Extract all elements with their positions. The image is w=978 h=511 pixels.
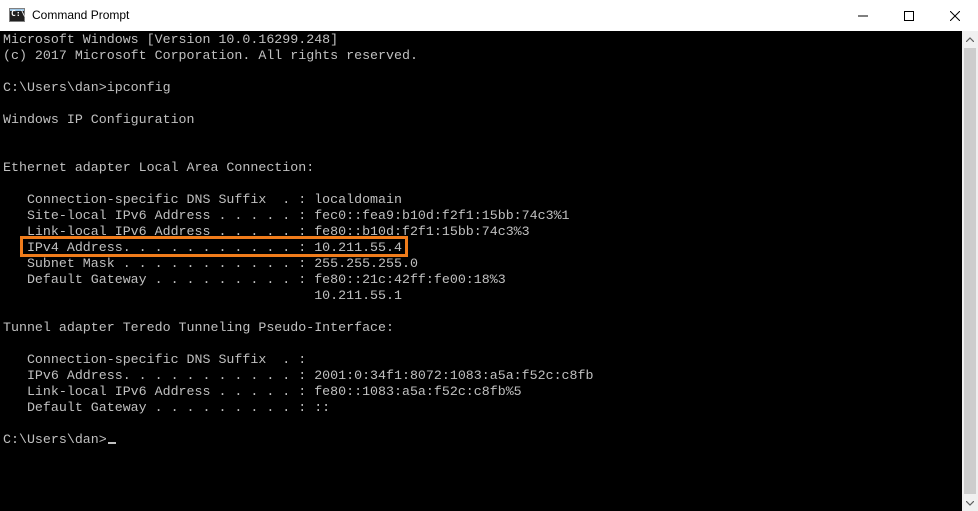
- console-line: Connection-specific DNS Suffix . :: [3, 352, 307, 367]
- minimize-icon: [858, 15, 868, 16]
- console-prompt-line[interactable]: C:\Users\dan>: [3, 432, 116, 448]
- text-cursor: [107, 442, 116, 444]
- scroll-down-button[interactable]: [962, 495, 978, 511]
- prompt-text: C:\Users\dan>: [3, 432, 107, 447]
- console-line: Microsoft Windows [Version 10.0.16299.24…: [3, 32, 339, 47]
- console-line: Ethernet adapter Local Area Connection:: [3, 160, 315, 175]
- console-line: Subnet Mask . . . . . . . . . . . : 255.…: [3, 256, 418, 271]
- close-icon: [950, 10, 960, 21]
- console-line: 10.211.55.1: [3, 288, 402, 303]
- minimize-button[interactable]: [840, 0, 886, 31]
- console-line: Tunnel adapter Teredo Tunneling Pseudo-I…: [3, 320, 394, 335]
- console-line: IPv6 Address. . . . . . . . . . . : 2001…: [3, 368, 594, 383]
- vertical-scrollbar[interactable]: [962, 31, 978, 511]
- chevron-up-icon: [966, 36, 974, 42]
- console-line: C:\Users\dan>ipconfig: [3, 80, 171, 95]
- scrollbar-thumb[interactable]: [964, 48, 976, 494]
- console-line: Connection-specific DNS Suffix . : local…: [3, 192, 402, 207]
- cmd-icon[interactable]: C:\: [9, 8, 25, 22]
- close-button[interactable]: [932, 0, 978, 31]
- console-line: (c) 2017 Microsoft Corporation. All righ…: [3, 48, 418, 63]
- console-line: Default Gateway . . . . . . . . . : fe80…: [3, 272, 506, 287]
- console-output[interactable]: Microsoft Windows [Version 10.0.16299.24…: [0, 31, 962, 511]
- command-prompt-window: C:\ Command Prompt Microsoft Windows [Ve…: [0, 0, 978, 511]
- console-line: Link-local IPv6 Address . . . . . : fe80…: [3, 384, 522, 399]
- scroll-up-button[interactable]: [962, 31, 978, 47]
- maximize-button[interactable]: [886, 0, 932, 31]
- ipv4-highlight-box: [20, 236, 408, 257]
- cmd-icon-text: C:\: [11, 9, 26, 18]
- console-line: Site-local IPv6 Address . . . . . : fec0…: [3, 208, 570, 223]
- console-line: Default Gateway . . . . . . . . . : ::: [3, 400, 331, 415]
- chevron-down-icon: [966, 500, 974, 506]
- console-line: Windows IP Configuration: [3, 112, 195, 127]
- title-bar[interactable]: C:\ Command Prompt: [0, 0, 978, 32]
- maximize-icon: [904, 10, 914, 21]
- window-title: Command Prompt: [32, 8, 130, 22]
